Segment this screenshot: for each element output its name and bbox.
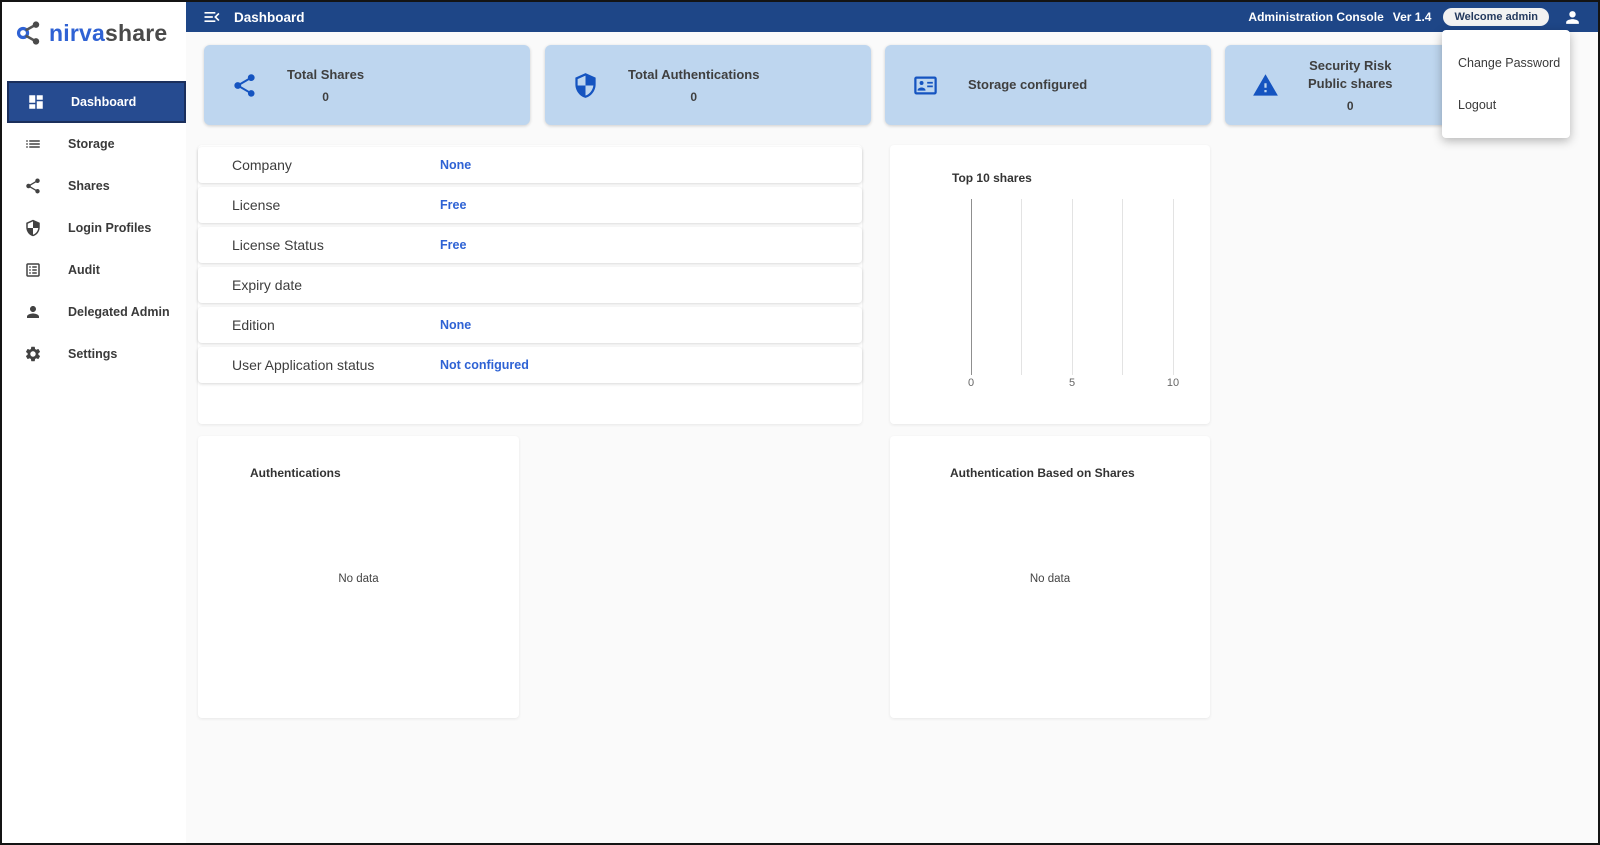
chart-title: Top 10 shares [952, 171, 1032, 185]
share-nodes-icon [15, 18, 45, 48]
share-icon [231, 72, 258, 99]
chart-title: Authentication Based on Shares [950, 466, 1135, 480]
info-label: User Application status [232, 357, 374, 373]
x-tick-label: 5 [1060, 377, 1084, 389]
stat-body: Storage configured [968, 76, 1087, 94]
chart-gridline [1122, 199, 1123, 375]
info-label: License Status [232, 237, 324, 253]
info-row-edition: Edition None [198, 307, 862, 343]
person-icon [24, 303, 42, 321]
stat-value: 0 [690, 90, 697, 104]
info-value[interactable]: Not configured [440, 358, 529, 372]
id-card-icon [912, 72, 939, 99]
no-data-label: No data [890, 573, 1210, 585]
shield-icon [24, 219, 42, 237]
admin-console-window: nirvashare Dashboard Storage Shares Logi… [0, 0, 1600, 845]
storage-list-icon [24, 135, 42, 153]
gear-icon [24, 345, 42, 363]
stat-card-total-shares: Total Shares 0 [204, 45, 530, 125]
info-value[interactable]: Free [440, 198, 466, 212]
sidebar: nirvashare Dashboard Storage Shares Logi… [2, 2, 186, 843]
sidebar-item-label: Delegated Admin [68, 305, 170, 319]
stat-title: Security Risk [1309, 57, 1391, 75]
sidebar-item-label: Audit [68, 263, 100, 277]
audit-list-icon [24, 261, 42, 279]
menu-open-icon[interactable] [202, 7, 222, 27]
stat-value: 0 [322, 90, 329, 104]
sidebar-item-label: Storage [68, 137, 115, 151]
main-content: Total Shares 0 Total Authentications 0 [186, 32, 1598, 843]
chart-gridline [1173, 199, 1174, 375]
sidebar-item-login-profiles[interactable]: Login Profiles [2, 207, 186, 249]
chart-gridline [1072, 199, 1073, 375]
info-value[interactable]: None [440, 318, 471, 332]
info-row-company: Company None [198, 147, 862, 183]
sidebar-item-storage[interactable]: Storage [2, 123, 186, 165]
stat-title: Total Authentications [628, 66, 759, 84]
info-label: Company [232, 157, 292, 173]
chart-title: Authentications [250, 466, 341, 480]
sidebar-item-audit[interactable]: Audit [2, 249, 186, 291]
sidebar-item-shares[interactable]: Shares [2, 165, 186, 207]
stat-body: Total Authentications 0 [628, 66, 759, 104]
sidebar-item-dashboard[interactable]: Dashboard [7, 81, 186, 123]
chart-gridline [1021, 199, 1022, 375]
topbar-right: Administration Console Ver 1.4 Welcome a… [1248, 8, 1598, 27]
sidebar-nav: Dashboard Storage Shares Login Profiles … [2, 64, 186, 375]
stat-title: Storage configured [968, 76, 1087, 94]
top-shares-chart-panel: Top 10 shares 0 5 10 [890, 145, 1210, 424]
brand-name-primary: nirva [49, 20, 105, 46]
info-label: Expiry date [232, 277, 302, 293]
brand-name: nirvashare [49, 20, 167, 47]
person-icon[interactable] [1563, 8, 1582, 27]
sidebar-item-delegated-admin[interactable]: Delegated Admin [2, 291, 186, 333]
menu-item-logout[interactable]: Logout [1442, 84, 1570, 126]
dashboard-icon [27, 93, 45, 111]
menu-item-change-password[interactable]: Change Password [1442, 42, 1570, 84]
info-row-user-application-status: User Application status Not configured [198, 347, 862, 383]
warning-icon [1252, 72, 1279, 99]
stat-card-total-authentications: Total Authentications 0 [545, 45, 871, 125]
sidebar-item-label: Shares [68, 179, 110, 193]
stat-body: Security Risk Public shares 0 [1308, 57, 1393, 112]
brand-name-secondary: share [105, 20, 167, 46]
stat-value: 0 [1347, 99, 1354, 113]
version-label: Ver 1.4 [1393, 10, 1432, 24]
topbar: Dashboard Administration Console Ver 1.4… [186, 2, 1598, 32]
page-title: Dashboard [234, 10, 305, 25]
no-data-label: No data [198, 573, 519, 585]
info-value[interactable]: Free [440, 238, 466, 252]
stat-body: Total Shares 0 [287, 66, 364, 104]
welcome-badge[interactable]: Welcome admin [1443, 8, 1549, 26]
user-dropdown-menu: Change Password Logout [1442, 30, 1570, 138]
share-icon [24, 177, 42, 195]
sidebar-item-settings[interactable]: Settings [2, 333, 186, 375]
x-tick-label: 10 [1161, 377, 1185, 389]
x-tick-label: 0 [959, 377, 983, 389]
info-row-license-status: License Status Free [198, 227, 862, 263]
info-label: Edition [232, 317, 275, 333]
stat-card-storage-configured: Storage configured [885, 45, 1211, 125]
info-value[interactable]: None [440, 158, 471, 172]
shield-icon [572, 72, 599, 99]
info-row-license: License Free [198, 187, 862, 223]
sidebar-item-label: Login Profiles [68, 221, 151, 235]
console-label: Administration Console [1248, 10, 1383, 24]
chart-axis-line [971, 199, 972, 375]
stat-title: Total Shares [287, 66, 364, 84]
sidebar-item-label: Dashboard [71, 95, 136, 109]
license-info-panel: Company None License Free License Status… [198, 145, 862, 424]
authentications-chart-panel: Authentications No data [198, 436, 519, 718]
info-label: License [232, 197, 280, 213]
auth-based-on-shares-chart-panel: Authentication Based on Shares No data [890, 436, 1210, 718]
info-row-expiry-date: Expiry date [198, 267, 862, 303]
brand-logo: nirvashare [2, 2, 186, 64]
stat-title-line2: Public shares [1308, 75, 1393, 93]
sidebar-item-label: Settings [68, 347, 117, 361]
